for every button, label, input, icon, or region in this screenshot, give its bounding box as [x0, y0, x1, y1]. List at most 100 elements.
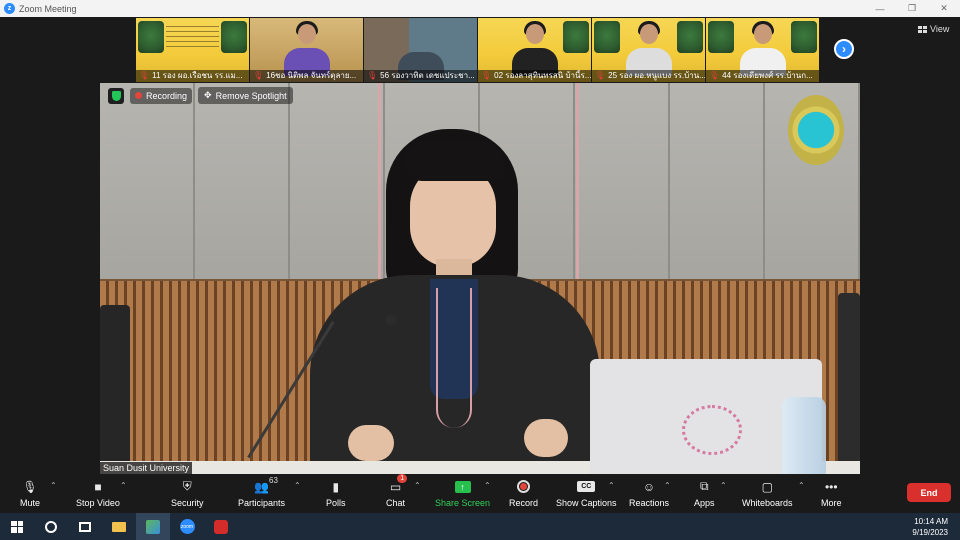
view-label: View	[930, 24, 950, 34]
participant-thumbnail[interactable]: 🎙 16ชอ นิติพล จันทร์ตุลาย...	[250, 18, 363, 82]
participant-thumbnail[interactable]: 🎙 44 รองเดียพงศ์ รร.บ้านก...	[706, 18, 819, 82]
participant-name: 16ชอ นิติพล จันทร์ตุลาย...	[266, 71, 357, 80]
zoom-app-icon: zoom	[179, 519, 195, 534]
mute-button[interactable]: 🎙 Mute	[20, 478, 40, 509]
close-button[interactable]: ✕	[928, 3, 960, 14]
title-bar: z Zoom Meeting — ❐ ✕	[0, 0, 960, 17]
captions-options-caret[interactable]: ⌃	[608, 481, 615, 490]
minimize-button[interactable]: —	[864, 4, 896, 14]
remove-spotlight-button[interactable]: ✥ Remove Spotlight	[198, 87, 293, 104]
system-clock[interactable]: 10:14 AM 9/19/2023	[912, 516, 948, 538]
smiley-icon: ☺	[642, 479, 656, 494]
muted-mic-icon: 🎙	[367, 71, 378, 80]
recording-dot-icon	[135, 92, 142, 99]
whiteboards-options-caret[interactable]: ⌃	[798, 481, 805, 490]
chat-button[interactable]: ▭ 1 Chat	[386, 474, 408, 508]
stop-video-button[interactable]: ■ Stop Video	[76, 478, 120, 509]
university-logo	[788, 95, 844, 165]
chat-options-caret[interactable]: ⌃	[414, 481, 421, 490]
apps-button[interactable]: ⧉ Apps	[694, 478, 715, 508]
shield-icon: ⛨	[182, 479, 192, 493]
participant-thumbnail[interactable]: 🎙 25 รอง ผอ.หนูแบง รร.บ้าน...	[592, 18, 705, 82]
taskbar-app-active[interactable]	[136, 513, 170, 540]
share-screen-button[interactable]: ↑ Share Screen	[435, 478, 490, 508]
whiteboards-button[interactable]: ▢ Whiteboards	[742, 478, 793, 509]
start-button[interactable]	[0, 513, 34, 540]
muted-mic-icon: 🎙	[481, 71, 492, 80]
windows-logo-icon	[11, 520, 23, 533]
search-icon	[45, 520, 57, 533]
slide-photo	[138, 21, 164, 53]
participant-face	[753, 24, 772, 44]
participant-face	[297, 24, 316, 44]
participant-face	[525, 24, 544, 44]
participant-name: 02 รองลาสุทินทรสนิ บ้านี้ร...	[494, 71, 591, 80]
muted-mic-icon: 🎙	[709, 71, 720, 80]
search-button[interactable]	[34, 513, 68, 540]
slide-photo	[221, 21, 247, 53]
share-screen-icon: ↑	[454, 478, 471, 495]
speaker-name-label: Suan Dusit University	[100, 462, 193, 474]
microphone-icon: 🎙	[22, 479, 38, 494]
clock-time: 10:14 AM	[914, 516, 948, 526]
participant-face	[639, 24, 658, 44]
more-dots-icon: •••	[824, 479, 838, 494]
participant-thumbnail[interactable]: 🎙 11 รอง ผอ.เรือชน รร.แม...	[136, 18, 249, 82]
end-meeting-button[interactable]: End	[907, 483, 951, 502]
os-taskbar: zoom 10:14 AM 9/19/2023	[0, 513, 960, 540]
file-explorer-button[interactable]	[102, 513, 136, 540]
security-button[interactable]: ⛨ Security	[171, 478, 204, 508]
whiteboard-icon: ▢	[761, 479, 773, 494]
participants-options-caret[interactable]: ⌃	[294, 481, 301, 490]
zoom-taskbar-button[interactable]: zoom	[170, 513, 204, 540]
pin-icon: ✥	[204, 90, 212, 100]
record-button[interactable]: Record	[509, 478, 538, 508]
app-grid-icon	[146, 519, 160, 534]
zoom-window: z Zoom Meeting — ❐ ✕ 🎙 11 รอง ผอ.เรือชน ร…	[0, 0, 960, 540]
record-icon	[517, 480, 530, 493]
video-overlay-controls: Recording ✥ Remove Spotlight	[108, 87, 293, 104]
active-speaker-video[interactable]: Recording ✥ Remove Spotlight Suan Dusit …	[100, 83, 860, 474]
recording-label: Recording	[146, 90, 188, 101]
meeting-toolbar: 🎙 Mute ⌃ ■ Stop Video ⌃ ⛨ Security 👥 63 P…	[0, 474, 960, 513]
bar-chart-icon: ▮	[332, 479, 340, 494]
water-bottle	[782, 397, 826, 474]
participants-count: 63	[269, 476, 278, 485]
video-options-caret[interactable]: ⌃	[120, 481, 127, 490]
apps-icon: ⧉	[699, 479, 709, 493]
chat-bubble-icon: ▭ 1	[390, 474, 408, 495]
next-page-button[interactable]: ›	[834, 39, 854, 59]
muted-mic-icon: 🎙	[253, 71, 264, 80]
window-title: Zoom Meeting	[19, 3, 77, 14]
clock-date: 9/19/2023	[912, 527, 948, 537]
apps-options-caret[interactable]: ⌃	[720, 481, 727, 490]
encryption-shield-icon[interactable]	[108, 87, 124, 104]
red-app-icon	[214, 519, 228, 534]
zoom-logo-icon: z	[4, 3, 15, 14]
audio-options-caret[interactable]: ⌃	[50, 481, 57, 490]
taskbar-app-red[interactable]	[204, 513, 238, 540]
spotlight-label: Remove Spotlight	[215, 90, 287, 101]
thumbnail-strip: 🎙 11 รอง ผอ.เรือชน รร.แม... 🎙 16ชอ นิติพล …	[136, 18, 819, 82]
participants-button[interactable]: 👥 63 Participants	[238, 476, 285, 508]
polls-button[interactable]: ▮ Polls	[326, 478, 346, 509]
participant-name: 56 รองวาทิต เดชแประชา...	[380, 71, 475, 80]
muted-mic-icon: 🎙	[595, 71, 606, 80]
participants-icon: 👥 63	[254, 476, 278, 494]
participant-name: 25 รอง ผอ.หนูแบง รร.บ้าน...	[608, 71, 705, 80]
video-camera-icon: ■	[94, 479, 102, 494]
participant-thumbnail[interactable]: 🎙 56 รองวาทิต เดชแประชา...	[364, 18, 477, 82]
view-button[interactable]: View	[918, 24, 949, 34]
share-options-caret[interactable]: ⌃	[484, 481, 491, 490]
maximize-button[interactable]: ❐	[896, 3, 928, 14]
chevron-right-icon: ›	[842, 42, 846, 56]
more-button[interactable]: ••• More	[821, 478, 842, 509]
recording-indicator[interactable]: Recording	[130, 87, 193, 104]
participant-thumbnail[interactable]: 🎙 02 รองลาสุทินทรสนิ บ้านี้ร...	[478, 18, 591, 82]
reactions-options-caret[interactable]: ⌃	[664, 481, 671, 490]
participant-name: 11 รอง ผอ.เรือชน รร.แม...	[152, 71, 243, 80]
participant-name: 44 รองเดียพงศ์ รร.บ้านก...	[722, 71, 813, 80]
task-view-icon	[79, 521, 91, 532]
task-view-button[interactable]	[68, 513, 102, 540]
chat-unread-badge: 1	[397, 474, 408, 483]
